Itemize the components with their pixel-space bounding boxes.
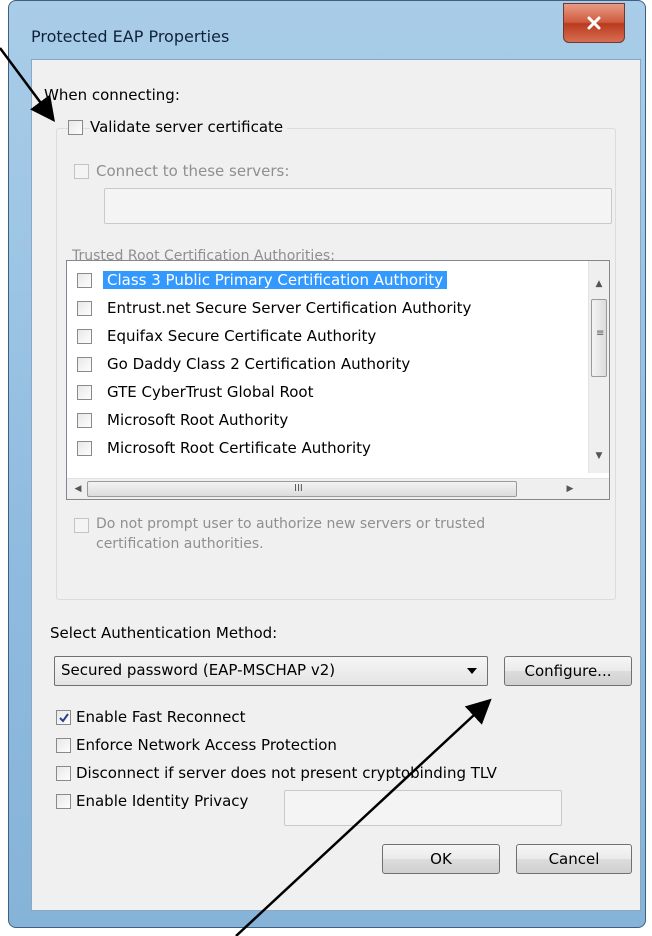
do-not-prompt-checkbox[interactable] bbox=[74, 518, 89, 533]
identity-privacy-checkbox[interactable] bbox=[56, 794, 71, 809]
list-item[interactable]: Microsoft Root Certificate Authority bbox=[67, 435, 577, 463]
authority-checkbox[interactable] bbox=[77, 273, 92, 288]
checkmark-icon bbox=[59, 713, 69, 723]
auth-method-label: Select Authentication Method: bbox=[50, 624, 278, 642]
do-not-prompt-line2: certification authorities. bbox=[96, 536, 264, 552]
cancel-button[interactable]: Cancel bbox=[516, 844, 632, 874]
chevron-down-icon bbox=[467, 668, 477, 674]
auth-method-value: Secured password (EAP-MSCHAP v2) bbox=[61, 661, 336, 679]
when-connecting-heading: When connecting: bbox=[44, 86, 180, 104]
auth-method-select[interactable]: Secured password (EAP-MSCHAP v2) bbox=[54, 656, 488, 686]
enable-fast-reconnect-checkbox[interactable] bbox=[56, 710, 71, 725]
close-button[interactable] bbox=[563, 3, 625, 43]
authority-checkbox[interactable] bbox=[77, 385, 92, 400]
disconnect-cryptobinding-checkbox[interactable] bbox=[56, 766, 71, 781]
dialog-window: Protected EAP Properties When connecting… bbox=[8, 0, 646, 928]
identity-privacy-input[interactable] bbox=[284, 790, 562, 826]
authority-checkbox[interactable] bbox=[77, 357, 92, 372]
list-item[interactable]: Equifax Secure Certificate Authority bbox=[67, 323, 577, 351]
do-not-prompt-line1: Do not prompt user to authorize new serv… bbox=[96, 516, 486, 532]
validate-server-certificate-label: Validate server certificate bbox=[90, 118, 288, 136]
authority-checkbox[interactable] bbox=[77, 329, 92, 344]
configure-button[interactable]: Configure... bbox=[504, 656, 632, 686]
authority-name: Microsoft Root Authority bbox=[107, 411, 289, 429]
authority-name: Equifax Secure Certificate Authority bbox=[107, 327, 377, 345]
scroll-up-icon[interactable]: ▲ bbox=[590, 275, 608, 293]
authority-name: Class 3 Public Primary Certification Aut… bbox=[103, 271, 448, 289]
scroll-left-icon[interactable]: ◀ bbox=[69, 480, 87, 498]
authority-checkbox[interactable] bbox=[77, 301, 92, 316]
connect-to-servers-label: Connect to these servers: bbox=[96, 162, 290, 180]
trusted-root-listbox[interactable]: ▲ ≡ ▼ ◀ III ▶ Class 3 Public Primary Cer… bbox=[66, 260, 610, 500]
horizontal-scroll-thumb[interactable]: III bbox=[87, 481, 517, 497]
scroll-right-icon[interactable]: ▶ bbox=[561, 480, 579, 498]
ok-button[interactable]: OK bbox=[382, 844, 500, 874]
vertical-scrollbar[interactable]: ▲ ≡ ▼ bbox=[588, 261, 609, 473]
enforce-nap-label: Enforce Network Access Protection bbox=[76, 736, 337, 754]
window-title: Protected EAP Properties bbox=[31, 27, 230, 46]
scroll-down-icon[interactable]: ▼ bbox=[590, 447, 608, 465]
list-item[interactable]: GTE CyberTrust Global Root bbox=[67, 379, 577, 407]
authority-name: Go Daddy Class 2 Certification Authority bbox=[107, 355, 411, 373]
thumb-grip-icon: ≡ bbox=[596, 328, 605, 339]
authority-checkbox[interactable] bbox=[77, 413, 92, 428]
enable-fast-reconnect-label: Enable Fast Reconnect bbox=[76, 708, 246, 726]
close-x-icon bbox=[587, 16, 601, 30]
dialog-client-area: When connecting: Validate server certifi… bbox=[31, 59, 641, 911]
list-item[interactable]: Class 3 Public Primary Certification Aut… bbox=[67, 267, 577, 295]
disconnect-cryptobinding-label: Disconnect if server does not present cr… bbox=[76, 764, 497, 782]
list-item[interactable]: Go Daddy Class 2 Certification Authority bbox=[67, 351, 577, 379]
vertical-scroll-thumb[interactable]: ≡ bbox=[591, 299, 607, 377]
enforce-nap-checkbox[interactable] bbox=[56, 738, 71, 753]
list-item[interactable]: Entrust.net Secure Server Certification … bbox=[67, 295, 577, 323]
authority-name: Microsoft Root Certificate Authority bbox=[107, 439, 371, 457]
authority-name: Entrust.net Secure Server Certification … bbox=[107, 299, 472, 317]
validate-server-certificate-checkbox[interactable] bbox=[68, 120, 83, 135]
horizontal-scrollbar[interactable]: ◀ III ▶ bbox=[67, 478, 609, 499]
authority-checkbox[interactable] bbox=[77, 441, 92, 456]
servers-input[interactable] bbox=[104, 188, 612, 224]
identity-privacy-label: Enable Identity Privacy bbox=[76, 792, 249, 810]
list-item[interactable]: Microsoft Root Authority bbox=[67, 407, 577, 435]
connect-to-servers-checkbox[interactable] bbox=[74, 164, 89, 179]
thumb-grip-text: III bbox=[294, 483, 303, 494]
authority-name: GTE CyberTrust Global Root bbox=[107, 383, 314, 401]
